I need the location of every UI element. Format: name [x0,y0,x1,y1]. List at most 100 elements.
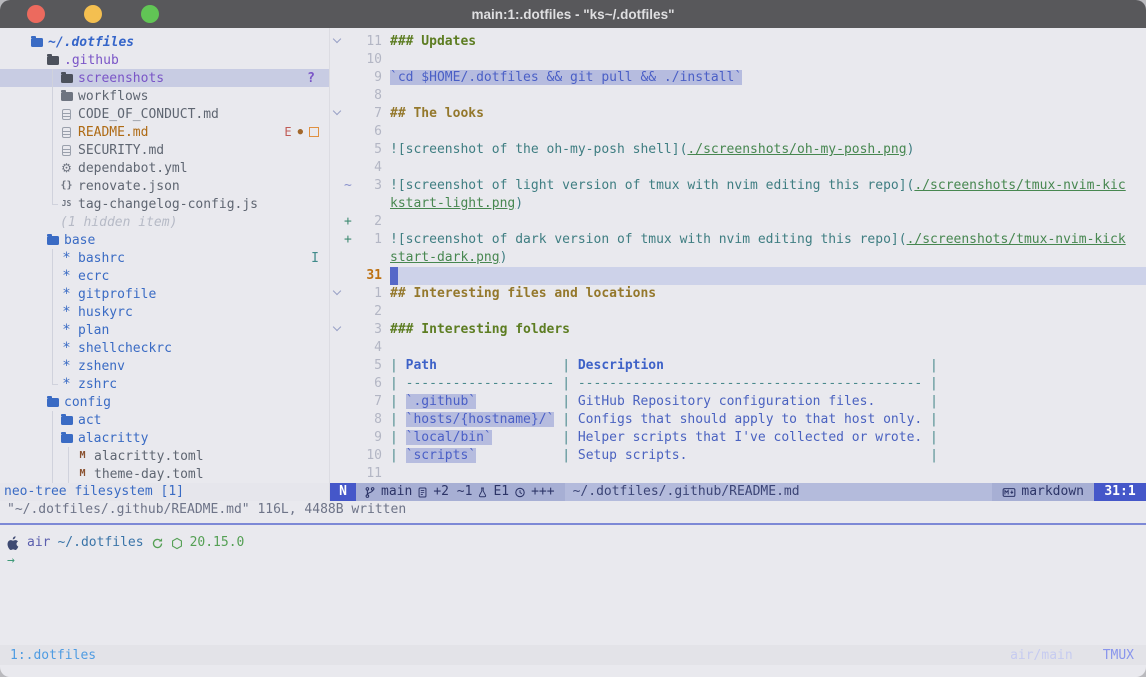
editor-line-11[interactable]: 11 [330,465,1146,483]
gitsign-column [344,159,358,177]
fold-column [330,69,344,87]
tree-item-act[interactable]: act [0,411,329,429]
tree-item-zshrc[interactable]: *zshrc [0,375,329,393]
editor-line-2[interactable]: +2 [330,213,1146,231]
fold-chevron-icon[interactable] [333,323,341,331]
editor-line-10[interactable]: 10 [330,51,1146,69]
editor-line-4[interactable]: 4 [330,159,1146,177]
tree-item-label: plan [78,323,109,338]
tree-guide-line [52,177,53,195]
git-branch: main [381,483,412,501]
line-number: 4 [358,159,382,177]
editor-line-5[interactable]: 5![screenshot of the oh-my-posh shell](.… [330,141,1146,159]
tree-item-code-of-conduct.md[interactable]: CODE_OF_CONDUCT.md [0,105,329,123]
file-icon [60,127,73,138]
tree-item-ecrc[interactable]: *ecrc [0,267,329,285]
tree-guide-line [52,69,53,87]
close-button[interactable] [27,5,45,23]
tree-item-dependabot.yml[interactable]: ⚙dependabot.yml [0,159,329,177]
tmux-pane-border[interactable] [0,523,1146,525]
tree-item-theme-day.toml[interactable]: Mtheme-day.toml [0,465,329,483]
node-version: 20.15.0 [190,534,245,552]
shell-pane[interactable]: air ~/.dotfiles 20.15.0 → [0,534,1146,570]
tree-item-security.md[interactable]: SECURITY.md [0,141,329,159]
tree-item-.dotfiles[interactable]: ~/.dotfiles [0,33,329,51]
line-text: ![screenshot of the oh-my-posh shell](./… [390,141,1146,159]
editor-line-9[interactable]: 9| `local/bin` | Helper scripts that I'v… [330,429,1146,447]
line-text: ## The looks [390,105,1146,123]
line-number: 7 [358,393,382,411]
gitsign-column [344,87,358,105]
editor-line-9[interactable]: 9`cd $HOME/.dotfiles && git pull && ./in… [330,69,1146,87]
line-number: 8 [358,411,382,429]
folder-icon [46,56,59,65]
shell-prompt: air ~/.dotfiles 20.15.0 [7,534,1146,552]
editor-line-5[interactable]: 5| Path | Description | [330,357,1146,375]
gitsign-column [344,375,358,393]
fold-column [330,393,344,411]
tree-guide-line [52,303,53,321]
fold-chevron-icon[interactable] [333,35,341,43]
editor-line-wrap[interactable]: kstart-light.png) [330,195,1146,213]
tree-item-alacritty[interactable]: alacritty [0,429,329,447]
editor-line-6[interactable]: 6| ------------------- | ---------------… [330,375,1146,393]
tree-item-config[interactable]: config [0,393,329,411]
editor-line-4[interactable]: 4 [330,339,1146,357]
gitsign-column [344,393,358,411]
line-text [390,303,1146,321]
maximize-button[interactable] [141,5,159,23]
buffer-icon [417,486,428,499]
tree-item-label: dependabot.yml [78,161,188,176]
line-text: | `scripts` | Setup scripts. | [390,447,1146,465]
fold-column [330,33,344,51]
fold-column [330,141,344,159]
fold-column [330,429,344,447]
tree-item-label: config [64,395,111,410]
tree-item-huskyrc[interactable]: *huskyrc [0,303,329,321]
fold-column [330,303,344,321]
folder-icon [46,398,59,407]
editor-line-11[interactable]: 11### Updates [330,33,1146,51]
editor-line-7[interactable]: 7| `.github` | GitHub Repository configu… [330,393,1146,411]
fold-column [330,285,344,303]
editor-line-31[interactable]: 31 [330,267,1146,285]
minimize-button[interactable] [84,5,102,23]
tree-item-workflows[interactable]: workflows [0,87,329,105]
tree-guide-line [52,321,53,339]
editor-line-7[interactable]: 7## The looks [330,105,1146,123]
editor-line-10[interactable]: 10| `scripts` | Setup scripts. | [330,447,1146,465]
gitsign-column: ~ [344,177,358,195]
tree-item-tag-changelog-config.js[interactable]: JStag-changelog-config.js [0,195,329,213]
editor-line-2[interactable]: 2 [330,303,1146,321]
tree-item-gitprofile[interactable]: *gitprofile [0,285,329,303]
fold-chevron-icon[interactable] [333,107,341,115]
tree-item-shellcheckrc[interactable]: *shellcheckrc [0,339,329,357]
tree-item-zshenv[interactable]: *zshenv [0,357,329,375]
tree-item-1-hidden-item[interactable]: (1 hidden item) [0,213,329,231]
tree-item-.github[interactable]: .github [0,51,329,69]
tree-item-plan[interactable]: *plan [0,321,329,339]
gitsign-column [344,69,358,87]
tree-item-readme.md[interactable]: README.mdE● [0,123,329,141]
editor-line-8[interactable]: 8 [330,87,1146,105]
editor-line-wrap[interactable]: start-dark.png) [330,249,1146,267]
tree-item-alacritty.toml[interactable]: Malacritty.toml [0,447,329,465]
tree-guide-line [52,447,53,465]
line-text: ### Updates [390,33,1146,51]
help-badge: ? [307,71,315,86]
editor-line-3[interactable]: 3### Interesting folders [330,321,1146,339]
editor-line-1[interactable]: +1![screenshot of dark version of tmux w… [330,231,1146,249]
tree-item-bashrc[interactable]: *bashrcI [0,249,329,267]
gitsign-column [344,249,358,267]
editor-line-3[interactable]: ~3![screenshot of light version of tmux … [330,177,1146,195]
tree-item-screenshots[interactable]: screenshots? [0,69,329,87]
editor-line-1[interactable]: 1## Interesting files and locations [330,285,1146,303]
fold-chevron-icon[interactable] [333,287,341,295]
editor-line-6[interactable]: 6 [330,123,1146,141]
tree-item-label: renovate.json [78,179,180,194]
tree-item-renovate.json[interactable]: {}renovate.json [0,177,329,195]
gitsign-column [344,339,358,357]
tmux-session-tab[interactable]: 1:.dotfiles [10,648,96,663]
editor-line-8[interactable]: 8| `hosts/{hostname}/` | Configs that sh… [330,411,1146,429]
tree-item-base[interactable]: base [0,231,329,249]
